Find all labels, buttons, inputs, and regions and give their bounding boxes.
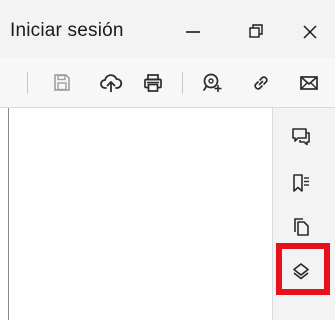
toolbar-separator xyxy=(27,72,28,94)
minimize-icon xyxy=(186,31,200,33)
bookmarks-button[interactable] xyxy=(279,163,323,203)
restore-icon xyxy=(249,24,263,38)
zoom-add-icon xyxy=(203,73,222,92)
toolbar xyxy=(0,58,335,108)
zoom-add-button[interactable] xyxy=(196,66,230,100)
pages-icon xyxy=(294,218,309,236)
layers-icon xyxy=(293,263,309,280)
mail-icon xyxy=(300,76,318,90)
bookmarks-icon xyxy=(293,174,309,192)
upload-button[interactable] xyxy=(94,66,128,100)
print-button[interactable] xyxy=(136,66,170,100)
print-icon xyxy=(144,74,162,92)
save-icon xyxy=(54,74,70,91)
close-button[interactable] xyxy=(288,12,332,52)
restore-button[interactable] xyxy=(234,12,278,52)
title-bar: Iniciar sesión xyxy=(0,0,335,58)
right-sidebar xyxy=(272,108,335,320)
pages-button[interactable] xyxy=(279,207,323,247)
close-icon xyxy=(303,25,317,39)
comments-button[interactable] xyxy=(279,116,323,156)
layers-button[interactable] xyxy=(279,252,323,292)
link-icon xyxy=(254,76,268,90)
document-canvas[interactable] xyxy=(9,108,272,320)
comments-icon xyxy=(292,128,310,146)
email-button[interactable] xyxy=(292,66,326,100)
minimize-button[interactable] xyxy=(171,12,215,52)
cloud-upload-icon xyxy=(100,74,123,92)
window-title: Iniciar sesión xyxy=(10,20,124,41)
save-button[interactable] xyxy=(45,66,79,100)
toolbar-separator xyxy=(182,72,183,94)
link-button[interactable] xyxy=(244,66,278,100)
